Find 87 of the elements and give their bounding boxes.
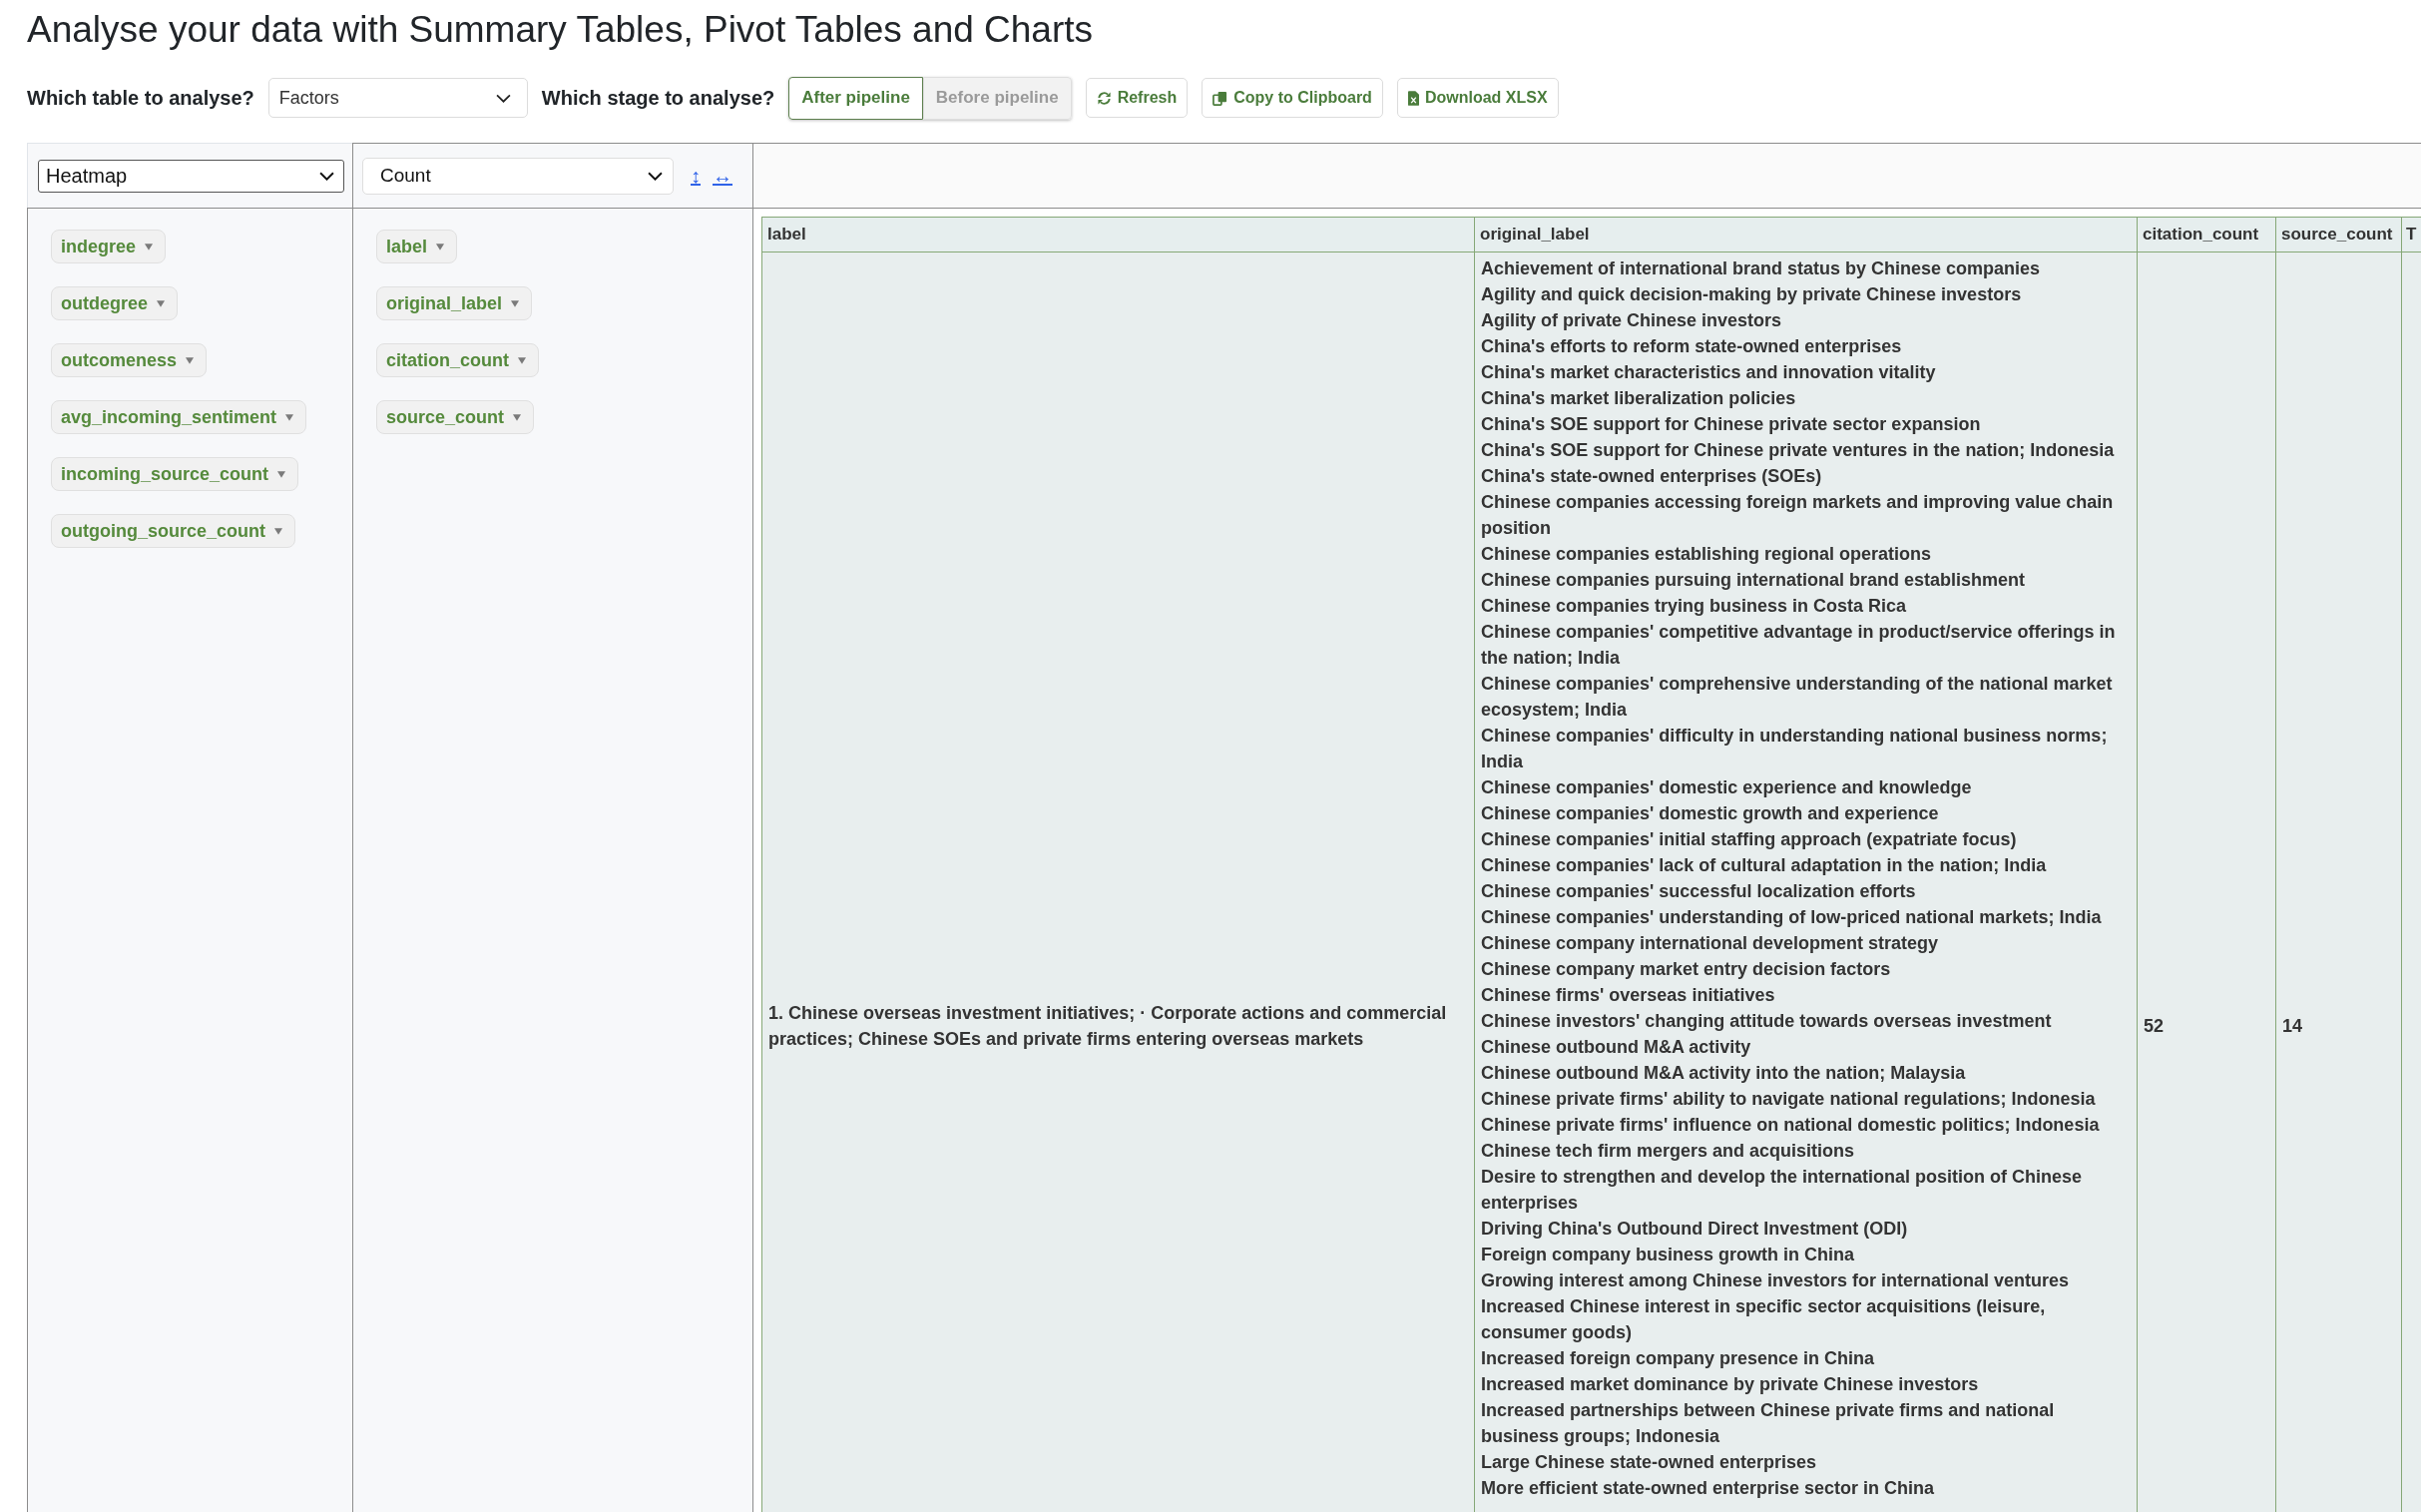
- sort-order-link[interactable]: ↔: [713, 164, 732, 188]
- table-cell-entry: Chinese companies trying business in Costa Rica: [1481, 595, 1908, 618]
- copy-button[interactable]: Copy to Clipboard: [1202, 78, 1383, 118]
- stage-option[interactable]: After pipeline: [788, 76, 923, 120]
- table-cell-entry: Chinese companies' initial staffing approach (expatriate focus): [1481, 828, 2018, 851]
- table-cell-entry: Increased partnerships between Chinese private firms and national business groups; Indonesia: [1481, 1399, 2056, 1448]
- table-cell-entry: Chinese outbound M&A activity into the nation; Malaysia: [1481, 1062, 1967, 1085]
- attribute-chip[interactable]: outgoing_source_count: [51, 514, 295, 548]
- chevron-down-icon: [319, 171, 334, 181]
- table-cell-entry: China's market characteristics and innovation vitality: [1481, 361, 1937, 384]
- table-label: Which table to analyse?: [27, 86, 254, 110]
- table-cell-entry: Chinese companies establishing regional operations: [1481, 543, 1933, 566]
- table-cell-entry: Achievement of international brand status by Chinese companies: [1481, 257, 2042, 280]
- column-header: label: [761, 217, 1475, 252]
- sort-order-link[interactable]: ↕: [691, 164, 701, 188]
- table-cell-entry: Agility of private Chinese investors: [1481, 309, 1783, 332]
- chevron-down-icon: [495, 93, 511, 103]
- caret-down-icon: [157, 299, 165, 307]
- table-cell-entry: China's state-owned enterprises (SOEs): [1481, 465, 1823, 488]
- table-cell-entry: Chinese companies' lack of cultural adaptation in the nation; India: [1481, 854, 2048, 877]
- table-cell-entry: China's market liberalization policies: [1481, 387, 1797, 410]
- caret-down-icon: [277, 470, 286, 478]
- attribute-chip[interactable]: label: [376, 230, 458, 263]
- caret-down-icon: [274, 527, 282, 535]
- caret-down-icon: [513, 413, 522, 421]
- attribute-chip[interactable]: outdegree: [51, 286, 178, 320]
- caret-down-icon: [145, 243, 154, 251]
- refresh-icon: [1096, 90, 1112, 106]
- table-cell-entry: Chinese outbound M&A activity: [1481, 1036, 1752, 1059]
- attribute-chip[interactable]: avg_incoming_sentiment: [51, 400, 307, 434]
- caret-down-icon: [186, 356, 195, 364]
- table-cell-entry: China's SOE support for Chinese private ventures in the nation; Indonesia: [1481, 439, 2116, 462]
- attribute-chip[interactable]: outcomeness: [51, 343, 208, 377]
- table-cell-entry: Chinese private firms' ability to navigate national regulations; Indonesia: [1481, 1088, 2097, 1111]
- table-cell-entry: Chinese investors' changing attitude towards overseas investment: [1481, 1010, 2053, 1033]
- stage-label: Which stage to analyse?: [541, 86, 775, 110]
- renderer-select[interactable]: Heatmap: [38, 159, 344, 193]
- column-header: original_label: [1474, 217, 2138, 252]
- table-cell-entry: Chinese companies' domestic experience and knowledge: [1481, 776, 1973, 799]
- table-cell-entry: Chinese companies' competitive advantage in product/service offerings in the nation; India: [1481, 621, 2117, 670]
- table-cell-entry: Large Chinese state-owned enterprises: [1481, 1451, 1818, 1474]
- table-cell-entry: Increased foreign company presence in China: [1481, 1347, 1876, 1370]
- table-cell: 14: [2275, 252, 2402, 1512]
- file-icon: [1407, 90, 1419, 106]
- caret-down-icon: [436, 243, 445, 251]
- table-cell: 52: [2137, 252, 2276, 1512]
- table-cell-entry: Chinese companies' comprehensive understanding of the national market ecosystem; India: [1481, 673, 2114, 722]
- table-cell-entry: Foreign company business growth in China: [1481, 1244, 1856, 1266]
- table-cell-entry: Chinese tech firm mergers and acquisitions: [1481, 1140, 1856, 1163]
- table-select[interactable]: Factors: [267, 78, 528, 118]
- refresh-button[interactable]: Refresh: [1085, 78, 1189, 118]
- table-cell-entry: Chinese companies' difficulty in understanding national business norms; India: [1481, 725, 2109, 773]
- table-cell-entry: China's efforts to reform state-owned enterprises: [1481, 335, 1903, 358]
- table-cell-entry: Chinese companies' successful localization efforts: [1481, 880, 1917, 903]
- page-title: Analyse your data with Summary Tables, Pivot Tables and Charts: [27, 8, 1094, 51]
- table-cell-entry: Chinese firms' overseas initiatives: [1481, 984, 1776, 1007]
- table-cell-entry: Chinese company international development strategy: [1481, 932, 1940, 955]
- table-cell-entry: Desire to strengthen and develop the international position of Chinese enterprises: [1481, 1166, 2084, 1215]
- table-cell-entry: Agility and quick decision-making by private Chinese investors: [1481, 283, 2023, 306]
- attribute-chip[interactable]: indegree: [51, 230, 167, 263]
- table-cell-entry: Chinese private firms' influence on national domestic politics; Indonesia: [1481, 1114, 2101, 1137]
- table-cell-entry: China's SOE support for Chinese private sector expansion: [1481, 413, 1982, 436]
- table-cell-entry: Driving China's Outbound Direct Investment (ODI): [1481, 1218, 1909, 1241]
- attribute-chip[interactable]: incoming_source_count: [51, 457, 299, 491]
- caret-down-icon: [518, 356, 526, 364]
- table-cell-entry: Chinese company market entry decision factors: [1481, 958, 1892, 981]
- download-button[interactable]: Download XLSX: [1396, 78, 1559, 118]
- stage-option[interactable]: Before pipeline: [922, 76, 1072, 120]
- table-cell-entry: Chinese companies' understanding of low-priced national markets; India: [1481, 906, 2103, 929]
- table-cell: 1. Chinese overseas investment initiatives; · Corporate actions and commercial practices; Chinese SOEs and private firms entering overseas markets: [761, 252, 1475, 1512]
- table-cell-entry: Growing interest among Chinese investors for international ventures: [1481, 1269, 2071, 1292]
- caret-down-icon: [511, 299, 520, 307]
- attribute-chip[interactable]: source_count: [376, 400, 535, 434]
- column-header: source_count: [2275, 217, 2402, 252]
- caret-down-icon: [285, 413, 294, 421]
- table-cell-entry: Chinese companies' domestic growth and experience: [1481, 802, 1940, 825]
- attribute-chip[interactable]: original_label: [376, 286, 533, 320]
- chevron-down-icon: [648, 171, 663, 181]
- column-header: citation_count: [2137, 217, 2276, 252]
- table-cell-entry: Increased market dominance by private Chinese investors: [1481, 1373, 1980, 1396]
- table-cell-entry: Chinese companies accessing foreign markets and improving value chain position: [1481, 491, 2115, 540]
- table-cell-entry: More efficient state-owned enterprise sector in China: [1481, 1477, 1936, 1500]
- aggregator-select[interactable]: Count: [362, 157, 674, 195]
- table-cell-entry: Chinese companies pursuing international brand establishment: [1481, 569, 2027, 592]
- attribute-chip[interactable]: citation_count: [376, 343, 539, 377]
- table-cell-entry: Increased Chinese interest in specific sector acquisitions (leisure, consumer goods): [1481, 1295, 2047, 1344]
- copy-icon: [1212, 90, 1228, 106]
